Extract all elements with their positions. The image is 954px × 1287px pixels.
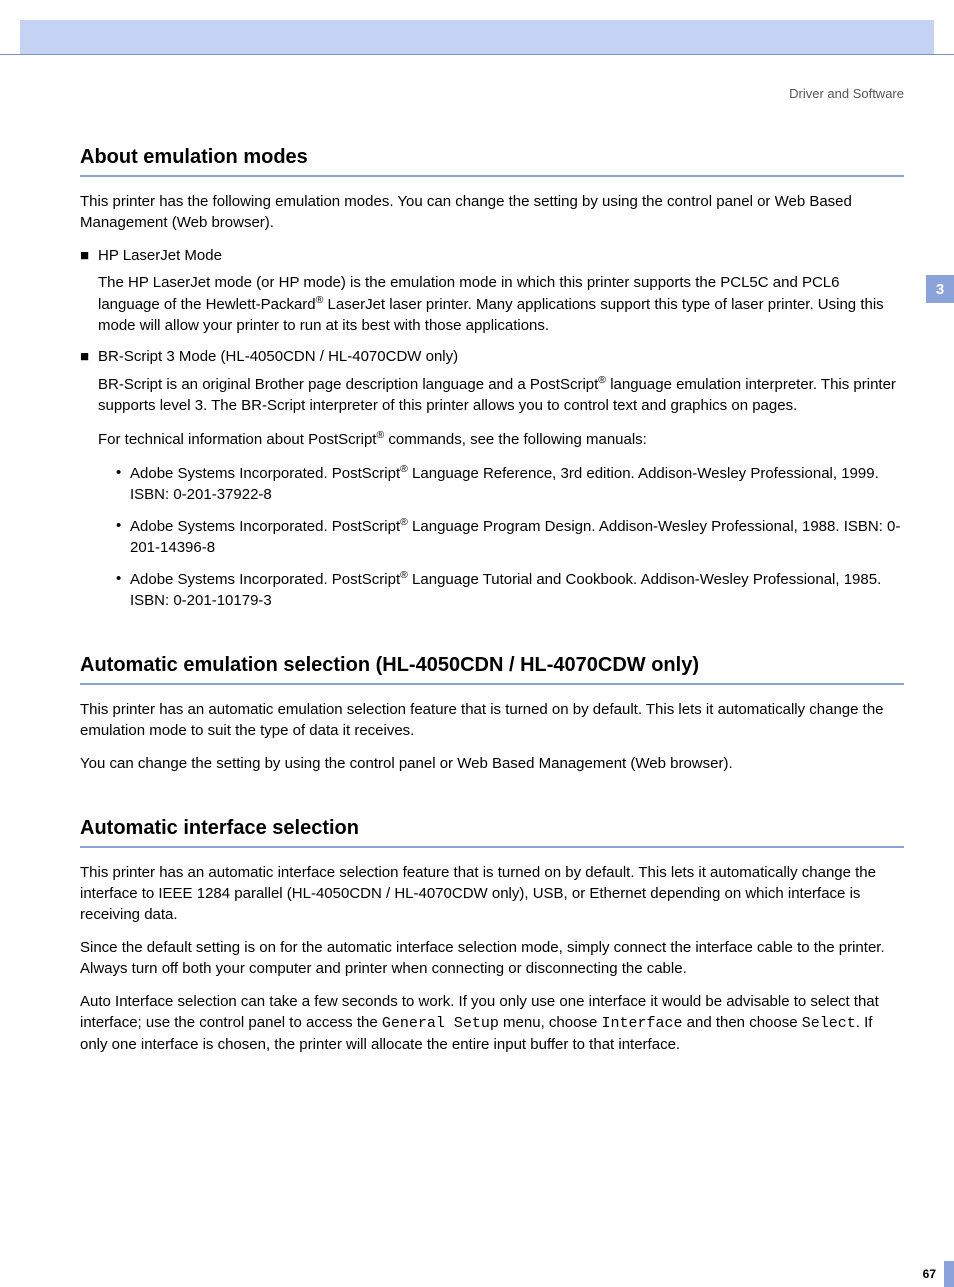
text: You can change the setting by using the … [80,753,904,774]
list-item: Adobe Systems Incorporated. PostScript® … [116,462,904,505]
text: BR-Script is an original Brother page de… [98,373,904,416]
mode-brscript-body: BR-Script is an original Brother page de… [98,373,904,611]
text: Adobe Systems Incorporated. PostScript [130,518,400,535]
text: Since the default setting is on for the … [80,937,904,979]
mode-hp: ■HP LaserJet Mode The HP LaserJet mode (… [80,245,904,336]
mode-hp-title: HP LaserJet Mode [98,247,222,264]
registered-mark: ® [400,463,408,475]
top-banner [0,0,954,55]
text: For technical information about PostScri… [98,431,376,448]
text: This printer has an automatic interface … [80,862,904,925]
mode-hp-body: The HP LaserJet mode (or HP mode) is the… [98,272,904,336]
heading-rule [80,175,904,177]
text: commands, see the following manuals: [384,431,647,448]
heading-rule [80,683,904,685]
page-number-bar [944,1261,954,1287]
menu-path-interface: Interface [601,1015,682,1032]
heading-about-emulation: About emulation modes [80,143,904,171]
square-bullet-icon: ■ [80,346,98,367]
heading-rule [80,846,904,848]
heading-auto-emulation: Automatic emulation selection (HL-4050CD… [80,651,904,679]
mode-list: ■HP LaserJet Mode The HP LaserJet mode (… [80,245,904,611]
text: BR-Script is an original Brother page de… [98,376,598,393]
registered-mark: ® [400,516,408,528]
text: Adobe Systems Incorporated. PostScript [130,571,400,588]
mode-brscript: ■BR-Script 3 Mode (HL-4050CDN / HL-4070C… [80,346,904,611]
reference-list: Adobe Systems Incorporated. PostScript® … [116,462,904,611]
intro-paragraph: This printer has the following emulation… [80,191,904,233]
text: For technical information about PostScri… [98,428,904,450]
mode-brscript-title: BR-Script 3 Mode (HL-4050CDN / HL-4070CD… [98,348,458,365]
text: Adobe Systems Incorporated. PostScript [130,465,400,482]
text: and then choose [682,1014,801,1031]
list-item: Adobe Systems Incorporated. PostScript® … [116,515,904,558]
square-bullet-icon: ■ [80,245,98,266]
registered-mark: ® [400,569,408,581]
text: menu, choose [499,1014,602,1031]
heading-auto-interface: Automatic interface selection [80,814,904,842]
menu-path-select: Select [802,1015,856,1032]
page-body: Driver and Software About emulation mode… [0,55,954,1277]
text: This printer has an automatic emulation … [80,699,904,741]
top-banner-fill [20,20,934,54]
page-number: 67 [923,1266,936,1283]
page-number-wrap: 67 [923,1261,954,1287]
running-header: Driver and Software [80,85,904,103]
menu-path-general-setup: General Setup [382,1015,499,1032]
text: Auto Interface selection can take a few … [80,991,904,1055]
registered-mark: ® [598,374,606,386]
list-item: Adobe Systems Incorporated. PostScript® … [116,568,904,611]
